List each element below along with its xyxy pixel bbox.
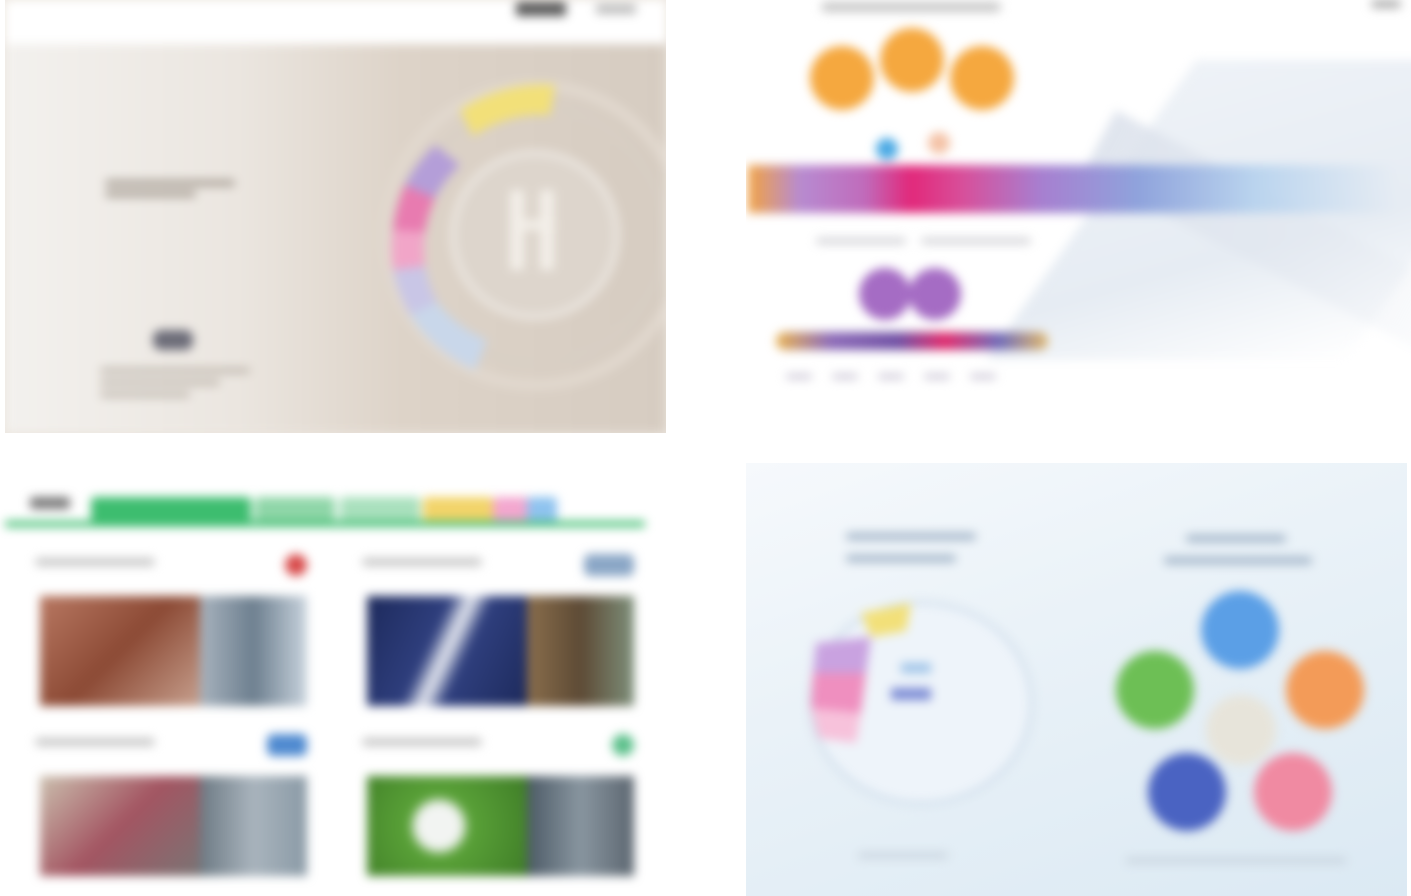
orange-circle — [1286, 651, 1364, 729]
thumbnail-globe-petals[interactable] — [746, 463, 1407, 896]
center-circle — [1206, 695, 1276, 765]
badge-icon — [584, 554, 634, 576]
gradient-bar — [776, 332, 1048, 350]
nav-tabs — [5, 497, 645, 521]
pink-circle — [1254, 753, 1332, 831]
globe-graphic — [809, 601, 1033, 805]
caption-placeholder — [100, 368, 250, 404]
purple-circle — [909, 268, 961, 320]
thumbnail-ring-chart[interactable] — [5, 0, 666, 433]
thumbnail-gradient-band[interactable] — [746, 0, 1411, 430]
content-card[interactable] — [362, 554, 634, 728]
thumbnail-web-layout[interactable] — [0, 463, 666, 896]
logo — [153, 330, 193, 350]
orange-circle — [810, 46, 874, 110]
purple-circle — [859, 268, 911, 320]
content-card[interactable] — [35, 734, 307, 896]
gradient-band — [748, 165, 1398, 213]
content-card[interactable] — [362, 734, 634, 896]
title-placeholder — [821, 2, 1001, 12]
orange-circle — [880, 28, 944, 92]
blue-circle — [1201, 591, 1279, 669]
content-card[interactable] — [35, 554, 307, 728]
badge-icon — [612, 734, 634, 756]
navy-circle — [1148, 753, 1226, 831]
green-circle — [1116, 651, 1194, 729]
badge-icon — [267, 734, 307, 756]
image-grid — [0, 0, 1411, 896]
ring-graphic — [380, 80, 665, 390]
orange-circle — [950, 46, 1014, 110]
badge-icon — [285, 554, 307, 576]
heading-placeholder — [105, 180, 235, 197]
